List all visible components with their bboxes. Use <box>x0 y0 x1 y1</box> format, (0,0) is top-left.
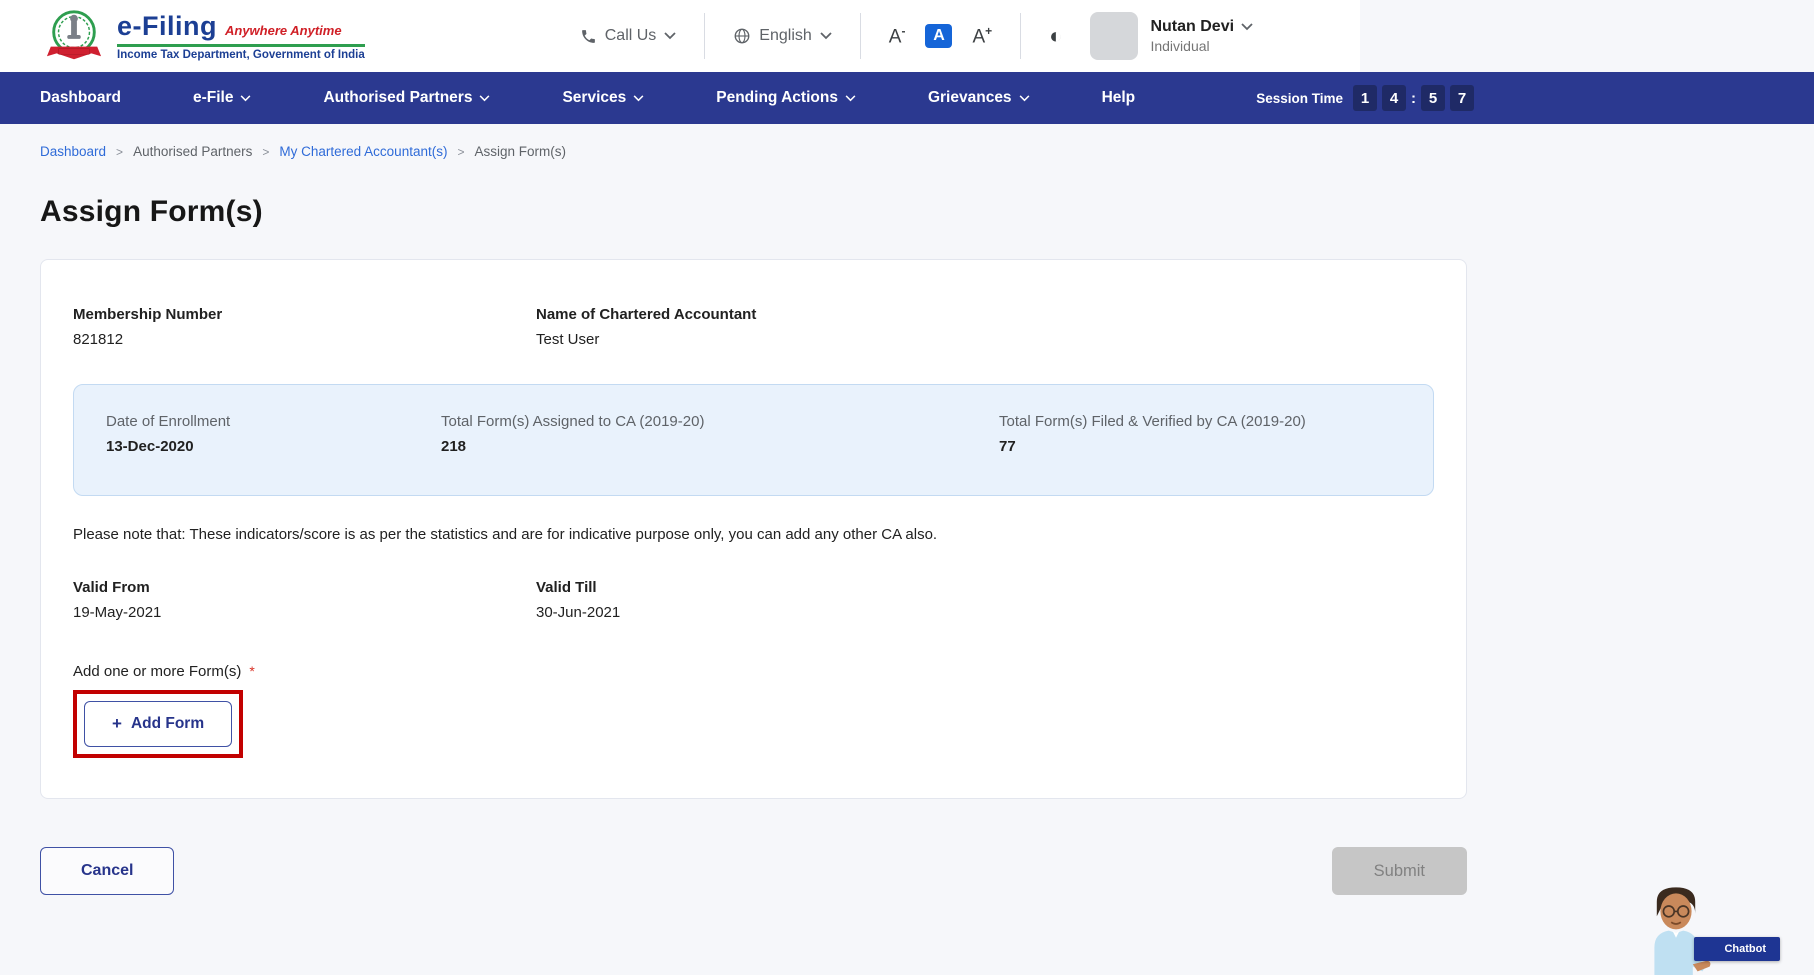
brand-subtitle: Income Tax Department, Government of Ind… <box>117 44 365 61</box>
main-navbar: Dashboard e-File Authorised Partners Ser… <box>0 72 1814 124</box>
header-divider <box>704 13 705 59</box>
brand-tagline: Anywhere Anytime <box>225 23 342 38</box>
chevron-down-icon <box>1241 23 1253 31</box>
nav-item-authorised-partners[interactable]: Authorised Partners <box>323 89 490 107</box>
chevron-down-icon <box>820 32 832 40</box>
valid-from-field: Valid From 19-May-2021 <box>73 579 536 621</box>
page-title: Assign Form(s) <box>40 195 1467 229</box>
income-tax-emblem-icon <box>45 6 103 66</box>
membership-number-field: Membership Number 821812 <box>73 306 536 348</box>
chatbot-button[interactable]: Chatbot <box>1694 937 1780 961</box>
header-divider <box>860 13 861 59</box>
nav-item-pending-actions[interactable]: Pending Actions <box>716 89 856 107</box>
add-form-button-label: Add Form <box>131 715 204 733</box>
session-colon: : <box>1411 90 1416 107</box>
verified-forms-stat: Total Form(s) Filed & Verified by CA (20… <box>999 413 1401 455</box>
session-digit: 4 <box>1382 85 1406 111</box>
font-increase-button[interactable]: A+ <box>972 24 992 48</box>
breadcrumb-separator: > <box>116 145 123 159</box>
font-normal-button[interactable]: A <box>925 24 952 48</box>
ca-name-value: Test User <box>536 331 1434 348</box>
assigned-forms-value: 218 <box>441 438 999 455</box>
breadcrumb-separator: > <box>457 145 464 159</box>
main-content: Assign Form(s) Membership Number 821812 … <box>40 195 1467 895</box>
red-highlight-annotation: + Add Form <box>73 690 243 758</box>
ca-stats-box: Date of Enrollment 13-Dec-2020 Total For… <box>73 384 1434 496</box>
chevron-down-icon <box>845 95 856 102</box>
breadcrumb-my-chartered-accountants[interactable]: My Chartered Accountant(s) <box>279 144 447 159</box>
assigned-forms-label: Total Form(s) Assigned to CA (2019-20) <box>441 413 999 430</box>
font-decrease-button[interactable]: A- <box>889 24 906 48</box>
indicator-note: Please note that: These indicators/score… <box>73 526 1434 543</box>
assign-form-card: Membership Number 821812 Name of Charter… <box>40 259 1467 799</box>
efiling-logo[interactable]: e-Filing Anywhere Anytime Income Tax Dep… <box>45 6 365 66</box>
top-header: e-Filing Anywhere Anytime Income Tax Dep… <box>0 0 1360 72</box>
chatbot-widget[interactable]: Chatbot <box>1640 871 1780 975</box>
ca-name-field: Name of Chartered Accountant Test User <box>536 306 1434 348</box>
submit-button[interactable]: Submit <box>1332 847 1467 895</box>
language-label: English <box>759 27 811 45</box>
brand-name: e-Filing <box>117 11 217 42</box>
contrast-toggle-icon[interactable]: ◐ <box>1049 25 1062 47</box>
valid-till-value: 30-Jun-2021 <box>536 604 1434 621</box>
breadcrumb-separator: > <box>262 145 269 159</box>
plus-icon: + <box>112 714 122 734</box>
verified-forms-value: 77 <box>999 438 1401 455</box>
required-asterisk: * <box>249 663 254 680</box>
header-divider <box>1020 13 1021 59</box>
breadcrumb-authorised-partners: Authorised Partners <box>133 144 252 159</box>
chevron-down-icon <box>1019 95 1030 102</box>
nav-item-grievances[interactable]: Grievances <box>928 89 1030 107</box>
membership-number-value: 821812 <box>73 331 536 348</box>
chevron-down-icon <box>479 95 490 102</box>
call-us-label: Call Us <box>605 27 657 45</box>
phone-icon <box>580 28 597 45</box>
enrollment-date-value: 13-Dec-2020 <box>106 438 441 455</box>
chatbot-avatar-icon <box>1640 885 1712 975</box>
chevron-down-icon <box>240 95 251 102</box>
enrollment-date-stat: Date of Enrollment 13-Dec-2020 <box>106 413 441 455</box>
ca-name-label: Name of Chartered Accountant <box>536 306 1434 323</box>
session-digit: 7 <box>1450 85 1474 111</box>
nav-item-help[interactable]: Help <box>1102 89 1136 107</box>
session-digit: 5 <box>1421 85 1445 111</box>
assigned-forms-stat: Total Form(s) Assigned to CA (2019-20) 2… <box>441 413 999 455</box>
call-us-menu[interactable]: Call Us <box>580 27 677 45</box>
nav-item-dashboard[interactable]: Dashboard <box>40 89 121 107</box>
valid-from-value: 19-May-2021 <box>73 604 536 621</box>
add-forms-label: Add one or more Form(s) <box>73 663 241 680</box>
avatar <box>1090 12 1138 60</box>
breadcrumb-dashboard[interactable]: Dashboard <box>40 144 106 159</box>
valid-from-label: Valid From <box>73 579 536 596</box>
chevron-down-icon <box>664 32 676 40</box>
session-time-label: Session Time <box>1256 91 1343 106</box>
nav-item-efile[interactable]: e-File <box>193 89 251 107</box>
user-menu[interactable]: Nutan Devi Individual <box>1090 12 1253 60</box>
membership-number-label: Membership Number <box>73 306 536 323</box>
nav-item-services[interactable]: Services <box>562 89 644 107</box>
language-menu[interactable]: English <box>733 27 831 45</box>
valid-till-label: Valid Till <box>536 579 1434 596</box>
cancel-button[interactable]: Cancel <box>40 847 174 895</box>
breadcrumb-assign-forms: Assign Form(s) <box>474 144 566 159</box>
enrollment-date-label: Date of Enrollment <box>106 413 441 430</box>
user-name: Nutan Devi <box>1150 18 1234 36</box>
globe-icon <box>733 27 751 45</box>
valid-till-field: Valid Till 30-Jun-2021 <box>536 579 1434 621</box>
user-role: Individual <box>1150 38 1253 54</box>
chevron-down-icon <box>633 95 644 102</box>
add-form-button[interactable]: + Add Form <box>84 701 232 747</box>
breadcrumb: Dashboard > Authorised Partners > My Cha… <box>0 124 1814 159</box>
verified-forms-label: Total Form(s) Filed & Verified by CA (20… <box>999 413 1401 430</box>
session-digit: 1 <box>1353 85 1377 111</box>
session-timer: Session Time 1 4 : 5 7 <box>1256 85 1474 111</box>
